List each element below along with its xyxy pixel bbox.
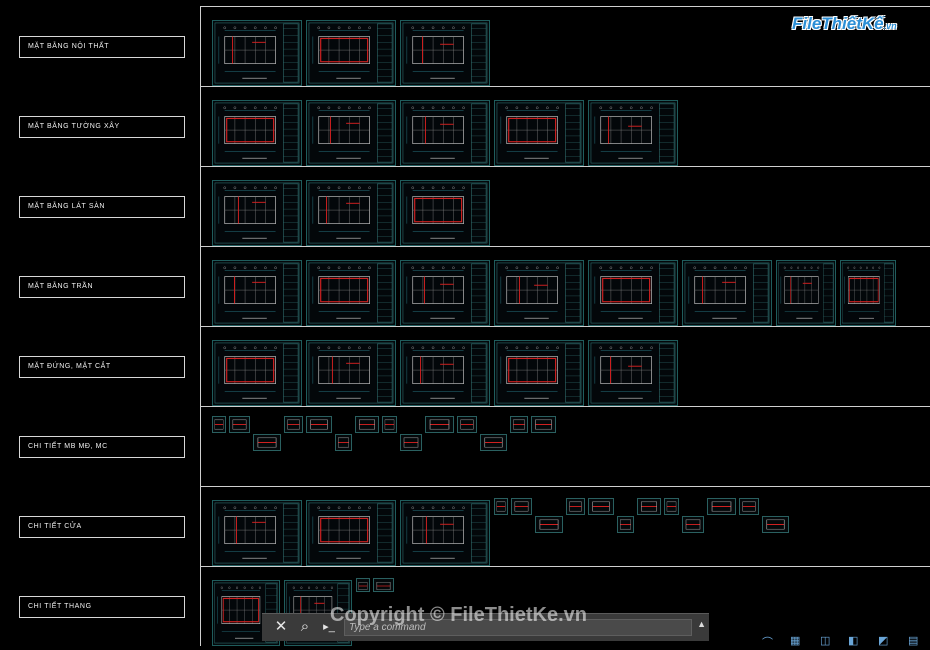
- detail-thumbnail[interactable]: [588, 498, 614, 515]
- drawing-sheet[interactable]: [494, 260, 584, 326]
- drawing-canvas[interactable]: MẶT BẰNG NỘI THẤT MẶT BẰNG TƯỜNG XÂY MẶT B…: [0, 0, 930, 649]
- detail-thumbnail[interactable]: [355, 416, 379, 433]
- tray-icon[interactable]: ⌒: [762, 634, 776, 649]
- detail-thumbnail[interactable]: [494, 498, 508, 515]
- section-label[interactable]: MẶT ĐỨNG, MẶT CẮT: [19, 356, 185, 378]
- detail-thumbnail[interactable]: [739, 498, 759, 515]
- section-label[interactable]: MẶT BẰNG TRẦN: [19, 276, 185, 298]
- search-icon[interactable]: ⌕: [294, 617, 316, 637]
- drawing-sheet[interactable]: [400, 180, 490, 246]
- close-icon[interactable]: ✕: [270, 617, 292, 637]
- drawing-section: MẶT ĐỨNG, MẶT CẮT: [0, 326, 930, 406]
- section-label[interactable]: MẶT BẰNG TƯỜNG XÂY: [19, 116, 185, 138]
- drawing-sheet[interactable]: [400, 260, 490, 326]
- drawing-section: MẶT BẰNG TƯỜNG XÂY: [0, 86, 930, 166]
- copyright-watermark: Copyright © FileThietKe.vn: [330, 604, 587, 626]
- drawing-sheet[interactable]: [306, 180, 396, 246]
- drawing-sheet[interactable]: [494, 100, 584, 166]
- section-label[interactable]: MẶT BẰNG LÁT SÀN: [19, 196, 185, 218]
- drawing-sheet[interactable]: [776, 260, 836, 326]
- drawing-sheet[interactable]: [682, 260, 772, 326]
- detail-thumbnail[interactable]: [425, 416, 454, 433]
- detail-thumbnail[interactable]: [356, 578, 370, 592]
- drawing-sheet[interactable]: [212, 340, 302, 406]
- detail-thumbnail[interactable]: [373, 578, 394, 592]
- tray-icon[interactable]: ◩: [878, 634, 892, 648]
- tray-icon[interactable]: ▦: [790, 634, 804, 648]
- drawing-section: MẶT BẰNG LÁT SÀN: [0, 166, 930, 246]
- drawing-sheet[interactable]: [400, 340, 490, 406]
- chevron-up-icon[interactable]: ▲: [697, 619, 706, 629]
- drawing-sheet[interactable]: [306, 260, 396, 326]
- detail-thumbnail[interactable]: [306, 416, 332, 433]
- detail-thumbnail[interactable]: [253, 434, 281, 451]
- drawing-sheet[interactable]: [212, 260, 302, 326]
- detail-thumbnail[interactable]: [707, 498, 736, 515]
- detail-thumbnail[interactable]: [212, 416, 226, 433]
- detail-thumbnail[interactable]: [335, 434, 352, 451]
- detail-thumbnail[interactable]: [566, 498, 585, 515]
- drawing-sheet[interactable]: [212, 500, 302, 566]
- drawing-sheet[interactable]: [400, 100, 490, 166]
- drawing-sheet[interactable]: [306, 20, 396, 86]
- detail-thumbnail[interactable]: [229, 416, 250, 433]
- drawing-sheet[interactable]: [212, 100, 302, 166]
- drawing-section: MẶT BẰNG TRẦN: [0, 246, 930, 326]
- drawing-sheet[interactable]: [400, 20, 490, 86]
- detail-thumbnail[interactable]: [510, 416, 528, 433]
- detail-thumbnail[interactable]: [637, 498, 661, 515]
- drawing-sheet[interactable]: [494, 340, 584, 406]
- drawing-sheet[interactable]: [400, 500, 490, 566]
- detail-thumbnail[interactable]: [480, 434, 507, 451]
- detail-thumbnail[interactable]: [382, 416, 397, 433]
- detail-thumbnail[interactable]: [617, 516, 634, 533]
- drawing-section: CHI TIẾT CỬA: [0, 486, 930, 566]
- detail-thumbnail[interactable]: [284, 416, 303, 433]
- detail-thumbnail[interactable]: [511, 498, 532, 515]
- section-label[interactable]: CHI TIẾT THANG: [19, 596, 185, 618]
- filethietke-logo: FileThiếtKế.vn: [792, 10, 904, 42]
- drawing-sheet[interactable]: [588, 260, 678, 326]
- tray-icon[interactable]: ◧: [848, 634, 862, 648]
- drawing-sheet[interactable]: [306, 500, 396, 566]
- detail-thumbnail[interactable]: [400, 434, 422, 451]
- logo-text: FileThiếtKế.vn: [792, 14, 897, 33]
- status-tray: ⌒ ▦ ◫ ◧ ◩ ▤: [760, 634, 930, 649]
- section-label[interactable]: CHI TIẾT MB MĐ, MC: [19, 436, 185, 458]
- detail-thumbnail[interactable]: [664, 498, 679, 515]
- detail-thumbnail[interactable]: [531, 416, 556, 433]
- drawing-section: CHI TIẾT MB MĐ, MC: [0, 406, 930, 486]
- drawing-section: MẶT BẰNG NỘI THẤT: [0, 6, 930, 86]
- drawing-sheet[interactable]: [840, 260, 896, 326]
- drawing-sheet[interactable]: [306, 340, 396, 406]
- drawing-sheet[interactable]: [306, 100, 396, 166]
- detail-thumbnail[interactable]: [762, 516, 789, 533]
- tray-icon[interactable]: ▤: [908, 634, 922, 648]
- detail-thumbnail[interactable]: [682, 516, 704, 533]
- drawing-sheet[interactable]: [588, 100, 678, 166]
- drawing-sheet[interactable]: [212, 20, 302, 86]
- tray-icon[interactable]: ◫: [820, 634, 834, 648]
- drawing-sheet[interactable]: [212, 180, 302, 246]
- section-label[interactable]: MẶT BẰNG NỘI THẤT: [19, 36, 185, 58]
- section-label[interactable]: CHI TIẾT CỬA: [19, 516, 185, 538]
- detail-thumbnail[interactable]: [535, 516, 563, 533]
- drawing-sheet[interactable]: [588, 340, 678, 406]
- detail-thumbnail[interactable]: [457, 416, 477, 433]
